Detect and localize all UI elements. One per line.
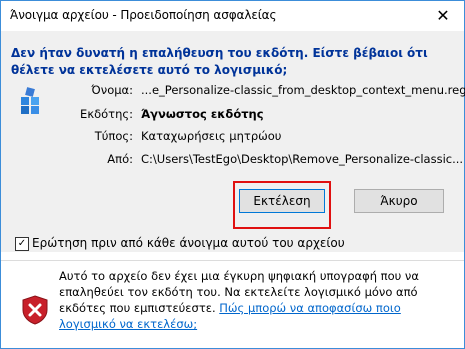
ask-before-open-label[interactable]: Ερώτηση πριν από κάθε άνοιγμα αυτού του … (32, 236, 345, 250)
name-value: ...e_Personalize-classic_from_desktop_co… (141, 83, 465, 97)
question-text: Δεν ήταν δυνατή η επαλήθευση του εκδότη.… (11, 46, 428, 77)
name-label: Όνομα: (91, 83, 133, 97)
window-title: Άνοιγμα αρχείου - Προειδοποίηση ασφαλεία… (10, 8, 277, 22)
type-label: Τύπος: (94, 129, 133, 143)
separator (1, 260, 464, 261)
warning-message: Αυτό το αρχείο δεν έχει μια έγκυρη ψηφια… (59, 268, 454, 332)
close-icon[interactable]: ✕ (431, 5, 455, 27)
type-value: Καταχωρήσεις μητρώου (141, 129, 282, 143)
title-bar[interactable]: Άνοιγμα αρχείου - Προειδοποίηση ασφαλεία… (1, 1, 464, 31)
shield-warning-icon (22, 295, 48, 325)
publisher-label: Εκδότης: (80, 107, 133, 121)
run-button[interactable]: Εκτέλεση (239, 189, 325, 213)
cancel-button[interactable]: Άκυρο (354, 189, 444, 213)
security-warning-dialog: Άνοιγμα αρχείου - Προειδοποίηση ασφαλεία… (0, 0, 465, 349)
publisher-value: Άγνωστος εκδότης (141, 107, 264, 121)
ask-before-open-checkbox[interactable]: ✓ (15, 237, 29, 251)
from-value: C:\Users\TestEgo\Desktop\Remove_Personal… (141, 152, 464, 166)
from-label: Από: (107, 152, 133, 166)
